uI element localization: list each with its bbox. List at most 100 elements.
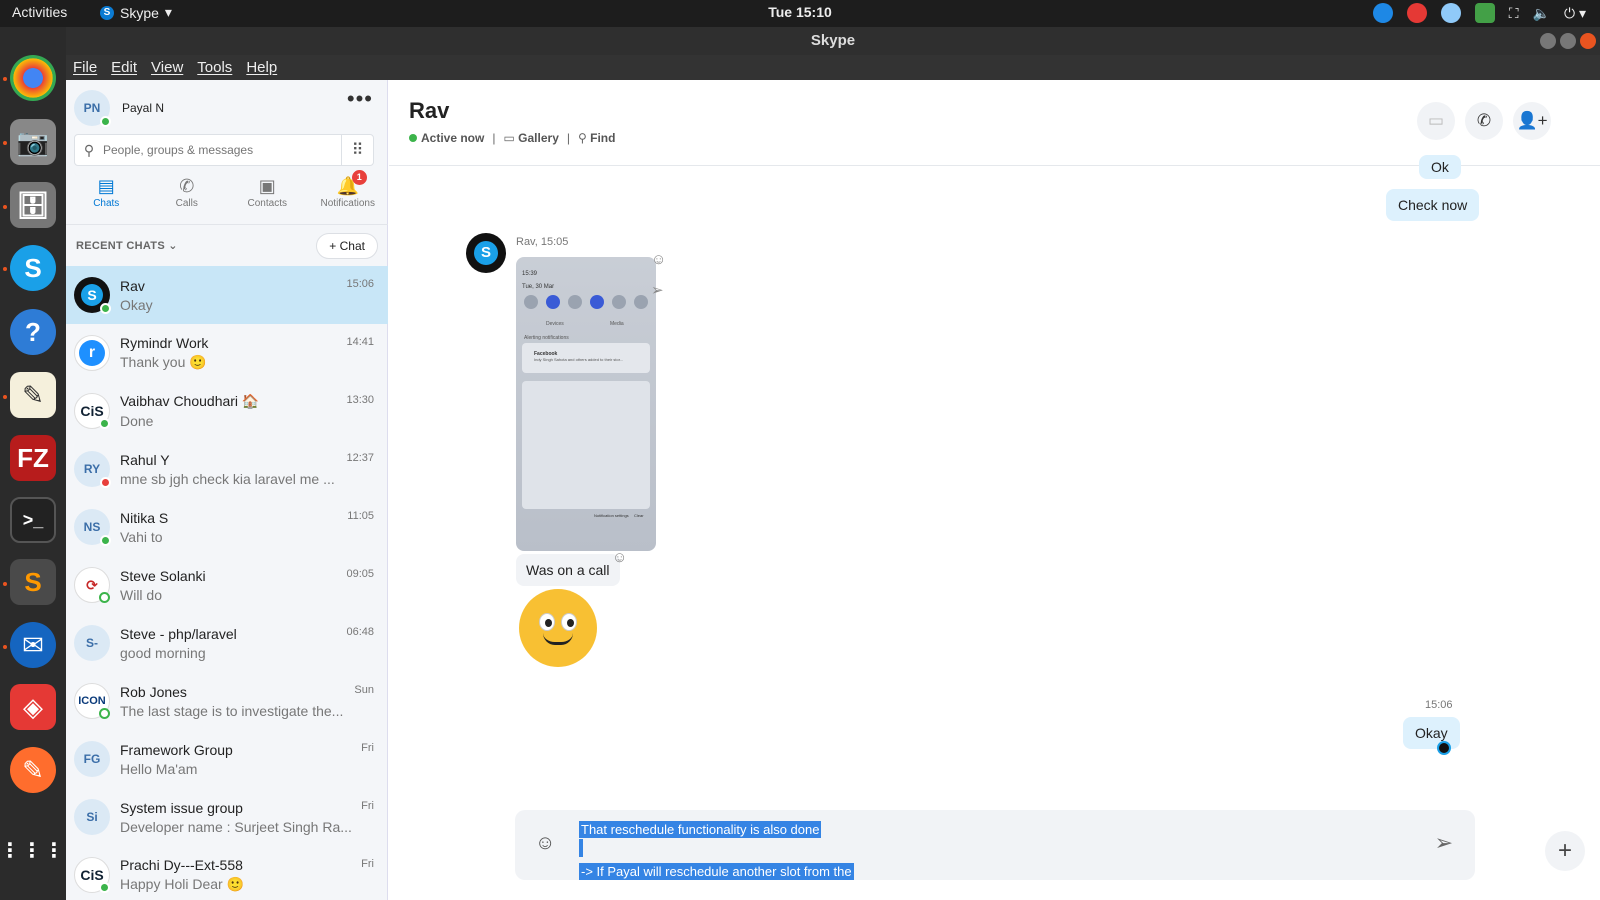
- fingerprint-icon[interactable]: [1440, 3, 1461, 23]
- menu-tools[interactable]: Tools: [197, 59, 232, 76]
- chat-item-rahul-y[interactable]: RY Rahul Y mne sb jgh check kia laravel m…: [66, 440, 388, 498]
- add-content-button[interactable]: +: [1545, 831, 1585, 871]
- app-menu[interactable]: S Skype ▾: [100, 4, 172, 21]
- send-icon[interactable]: ➢: [1435, 830, 1453, 856]
- avatar: CiS: [74, 857, 110, 893]
- profile-avatar[interactable]: PN: [74, 90, 111, 127]
- anydesk-icon[interactable]: ◈: [10, 684, 56, 730]
- add-person-icon: 👤+: [1516, 111, 1548, 130]
- search-input[interactable]: [103, 143, 341, 157]
- chat-item-framework-group[interactable]: FG Framework Group Hello Ma'am Fri: [66, 730, 388, 788]
- profile[interactable]: PN Payal N: [74, 90, 164, 127]
- teamviewer-icon[interactable]: [1372, 3, 1393, 23]
- avatar: RY: [74, 451, 111, 488]
- add-reaction-icon[interactable]: ☺: [651, 251, 666, 268]
- avatar: r: [74, 335, 110, 371]
- minimize-icon[interactable]: [1540, 33, 1556, 49]
- tab-contacts[interactable]: ▣ Contacts: [227, 176, 308, 216]
- new-chat-button[interactable]: + Chat: [316, 232, 378, 259]
- conversation-header: Rav Active now | ▭ Gallery | ⚲ Find ▭ ✆ …: [389, 80, 1600, 166]
- chat-time: 14:41: [346, 336, 374, 348]
- sender-avatar[interactable]: S: [466, 233, 506, 273]
- message-ok[interactable]: Ok: [1419, 155, 1461, 179]
- add-reaction-icon[interactable]: ☺: [612, 549, 627, 566]
- sublime-icon[interactable]: S: [10, 559, 56, 605]
- app-name: Skype: [120, 4, 159, 21]
- audio-call-button[interactable]: ✆: [1465, 102, 1503, 140]
- chat-item-system-issue-group[interactable]: Si System issue group Developer name : Su…: [66, 788, 388, 846]
- menu-edit[interactable]: Edit: [111, 59, 137, 76]
- chat-preview: good morning: [120, 644, 206, 661]
- recent-chats-label[interactable]: RECENT CHATS ⌄: [76, 239, 178, 252]
- chat-preview: The last stage is to investigate the...: [120, 702, 344, 719]
- chat-name: Prachi Dy---Ext-558: [120, 857, 243, 873]
- clock[interactable]: Tue 15:10: [768, 4, 832, 20]
- check-icon[interactable]: [1474, 3, 1495, 23]
- shared-image[interactable]: 15:39 Tue, 30 Mar Devices Media Alerting…: [516, 257, 656, 551]
- skype-logo-icon: S: [81, 284, 103, 306]
- message-okay[interactable]: Okay: [1403, 717, 1460, 749]
- chat-item-rav[interactable]: S Rav Okay 15:06: [66, 266, 388, 324]
- tab-notifications[interactable]: 🔔 1 Notifications: [308, 170, 389, 216]
- files-icon[interactable]: 🗄: [10, 182, 56, 228]
- chat-time: 15:06: [346, 278, 374, 290]
- forward-icon[interactable]: ➢: [651, 281, 664, 299]
- more-options-icon[interactable]: •••: [347, 88, 373, 110]
- chat-name: System issue group: [120, 799, 243, 816]
- power-icon[interactable]: ⏻ ▾: [1564, 5, 1586, 22]
- skype-dock-icon[interactable]: S: [10, 245, 56, 291]
- chat-item-rob-jones[interactable]: ICON Rob Jones The last stage is to inves…: [66, 672, 388, 730]
- tab-chats[interactable]: ▤ Chats: [66, 176, 147, 216]
- chat-item-nitika-s[interactable]: NS Nitika S Vahi to 11:05: [66, 498, 388, 556]
- search-icon: ⚲: [578, 131, 587, 145]
- dialpad-icon[interactable]: ⠿: [341, 135, 373, 165]
- network-icon[interactable]: ⛶: [1509, 5, 1519, 22]
- avatar: S-: [74, 625, 110, 661]
- postman-icon[interactable]: ✎: [10, 747, 56, 793]
- maximize-icon[interactable]: [1560, 33, 1576, 49]
- message-check-now[interactable]: Check now: [1386, 189, 1480, 221]
- emoji-icon[interactable]: ☺: [535, 832, 555, 855]
- menu-view[interactable]: View: [151, 59, 183, 76]
- find-link[interactable]: ⚲ Find: [578, 131, 615, 145]
- message-was-on-a-call[interactable]: Was on a call: [516, 554, 620, 586]
- plus-icon: +: [1557, 837, 1572, 864]
- search-icon: ⚲: [83, 141, 95, 158]
- message-area: Ok Check now S Rav, 15:05 15:39 Tue, 30 …: [389, 155, 1600, 787]
- conversation-title[interactable]: Rav: [409, 98, 449, 124]
- menu-file[interactable]: File: [73, 59, 97, 76]
- avatar: ⟳: [74, 567, 110, 603]
- close-icon[interactable]: [1580, 33, 1596, 49]
- online-status-dot: [100, 116, 111, 127]
- gallery-link[interactable]: ▭ Gallery: [503, 131, 558, 145]
- terminal-icon[interactable]: >_: [10, 497, 56, 543]
- camera-icon[interactable]: 📷: [10, 119, 56, 165]
- chat-item-vaibhav-choudhari[interactable]: CiS Vaibhav Choudhari 🏠 Done 13:30: [66, 382, 388, 440]
- avatar: ICON: [74, 683, 110, 719]
- chat-item-rymindr-work[interactable]: r Rymindr Work Thank you 🙂 14:41: [66, 324, 388, 382]
- chat-item-steve-solanki[interactable]: ⟳ Steve Solanki Will do 09:05: [66, 556, 388, 614]
- thunderbird-icon[interactable]: ✉: [10, 622, 56, 668]
- video-call-button[interactable]: ▭: [1417, 102, 1455, 140]
- chat-time: 13:30: [346, 394, 374, 406]
- chrome-icon[interactable]: [10, 55, 56, 101]
- volume-icon[interactable]: 🔈: [1533, 5, 1550, 22]
- smile-emoji-icon[interactable]: [519, 589, 597, 667]
- message-input[interactable]: That reschedule functionality is also do…: [579, 820, 854, 881]
- add-people-button[interactable]: 👤+: [1513, 102, 1551, 140]
- show-apps-icon[interactable]: ⋮⋮⋮: [0, 827, 64, 873]
- help-icon[interactable]: ?: [10, 309, 56, 355]
- chat-item-steve-php-laravel[interactable]: S- Steve - php/laravel good morning 06:48: [66, 614, 388, 672]
- filezilla-icon[interactable]: FZ: [10, 435, 56, 481]
- text-editor-icon[interactable]: ✎: [10, 372, 56, 418]
- activities-button[interactable]: Activities: [12, 4, 67, 20]
- app-indicator-icon[interactable]: [1406, 3, 1427, 23]
- chat-name: Steve - php/laravel: [120, 625, 237, 642]
- chat-item-prachi-dy[interactable]: CiS Prachi Dy---Ext-558 Happy Holi Dear 🙂…: [66, 846, 388, 900]
- phone-icon: ✆: [179, 176, 195, 196]
- message-composer[interactable]: ☺ That reschedule functionality is also …: [515, 810, 1475, 880]
- tab-calls[interactable]: ✆ Calls: [147, 176, 228, 216]
- chat-name: Nitika S: [120, 509, 169, 526]
- skype-logo-icon: S: [474, 241, 498, 265]
- menu-help[interactable]: Help: [246, 59, 277, 76]
